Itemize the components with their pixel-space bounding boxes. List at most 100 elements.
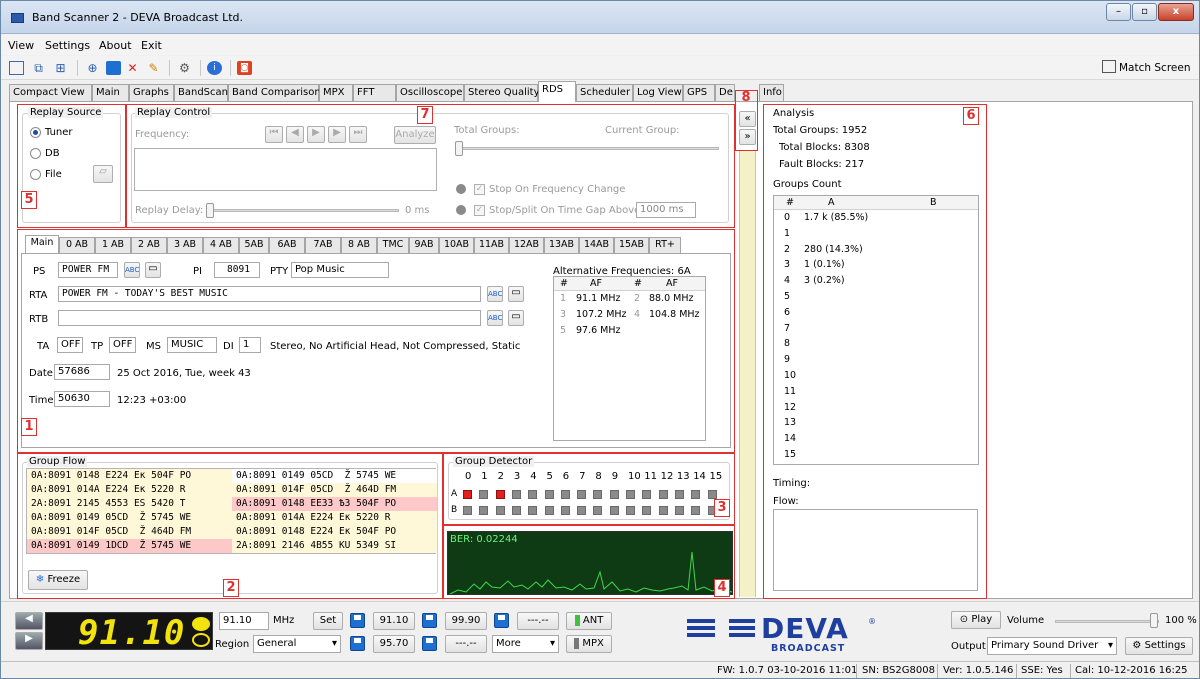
save-preset-icon[interactable] [422,613,437,628]
save-preset-icon[interactable] [422,636,437,651]
group-position-thumb[interactable] [455,141,463,156]
radio-file[interactable] [30,169,41,180]
tab-bandscan[interactable]: BandScan [174,84,228,101]
set-button[interactable]: Set [313,612,343,630]
seek-down-button[interactable]: ◀ [15,612,43,630]
tab-gps[interactable]: GPS [683,84,715,101]
collapse-right-button[interactable]: » [739,129,756,145]
preset-5-button[interactable]: ---.-- [445,635,487,653]
collapse-left-button[interactable]: « [739,111,756,127]
ant-button[interactable]: ANT [566,612,612,630]
gap-input[interactable]: 1000 ms [636,202,696,218]
next-button[interactable]: ▶ [328,126,346,143]
replay-list[interactable] [134,148,437,191]
replay-delay-thumb[interactable] [206,203,214,218]
match-screen-button[interactable]: Match Screen [1119,62,1190,74]
subtab-11ab[interactable]: 11AB [474,237,509,253]
subtab-5ab[interactable]: 5AB [239,237,269,253]
subtab-10ab[interactable]: 10AB [439,237,474,253]
menu-exit[interactable]: Exit [141,39,162,52]
subtab-tmc[interactable]: TMC [377,237,409,253]
preset-4-button[interactable]: 95.70 [373,635,415,653]
rds-text-icon[interactable]: ABC [124,262,140,278]
subtab-9ab[interactable]: 9AB [409,237,439,253]
more-select[interactable]: More ▾ [492,635,559,653]
rds-text-icon[interactable]: ABC [487,310,503,326]
subtab-8-ab[interactable]: 8 AB [341,237,377,253]
subtab-12ab[interactable]: 12AB [509,237,544,253]
keyboard-icon[interactable]: ▭ [508,286,524,302]
gear-icon[interactable]: ⚙ [177,61,192,75]
prev-button[interactable]: ◀ [286,126,304,143]
save-icon[interactable] [106,61,121,75]
tab-fft[interactable]: FFT [353,84,396,101]
last-button[interactable]: ⏭ [349,126,367,143]
freeze-button[interactable]: ❄ Freeze [28,570,88,590]
subtab-0-ab[interactable]: 0 AB [59,237,95,253]
subtab-rt-[interactable]: RT+ [649,237,681,253]
close-button[interactable]: x [1158,3,1194,21]
radio-db[interactable] [30,148,41,159]
radio-tuner[interactable] [30,127,41,138]
first-button[interactable]: ⏮ [265,126,283,143]
save-preset-icon[interactable] [350,613,365,628]
subtab-15ab[interactable]: 15AB [614,237,649,253]
subtab-4-ab[interactable]: 4 AB [203,237,239,253]
tab-de[interactable]: De [715,84,735,101]
maximize-button[interactable]: ▫ [1132,3,1157,21]
subtab-3-ab[interactable]: 3 AB [167,237,203,253]
tab-scheduler[interactable]: Scheduler [576,84,633,101]
tab-mpx[interactable]: MPX [319,84,353,101]
tab-main[interactable]: Main [92,84,129,101]
save-preset-icon[interactable] [494,613,509,628]
volume-track[interactable] [1055,620,1159,623]
tab-rds[interactable]: RDS [538,81,576,102]
stop-icon[interactable]: ◙ [237,61,252,75]
preset-2-button[interactable]: 99.90 [445,612,487,630]
stop-split-checkbox[interactable]: ✓ [474,205,485,216]
subtab-14ab[interactable]: 14AB [579,237,614,253]
subtab-6ab[interactable]: 6AB [269,237,305,253]
open-file-button[interactable]: ▱ [93,165,113,183]
windows-icon[interactable]: ⧉ [31,61,46,75]
tab-graphs[interactable]: Graphs [129,84,174,101]
edit-icon[interactable]: ✎ [146,61,161,75]
output-select[interactable]: Primary Sound Driver ▾ [987,637,1117,655]
grid-icon[interactable]: ⊞ [53,61,68,75]
delete-icon[interactable]: ✕ [125,61,140,75]
menu-view[interactable]: View [8,39,34,52]
tab-band-comparison[interactable]: Band Comparison [228,84,321,101]
screen-icon[interactable] [9,61,24,75]
layout-icon[interactable]: ⊕ [85,61,100,75]
play-replay-button[interactable]: ▶ [307,126,325,143]
tab-compact-view[interactable]: Compact View [9,84,92,101]
subtab-2-ab[interactable]: 2 AB [131,237,167,253]
tab-oscilloscope[interactable]: Oscilloscope [396,84,464,101]
tab-info[interactable]: Info [759,84,784,101]
info-icon[interactable]: i [207,61,222,75]
seek-up-button[interactable]: ▶ [15,632,43,650]
analyze-button[interactable]: Analyze [394,126,436,144]
mpx-button[interactable]: MPX [566,635,612,653]
save-preset-icon[interactable] [350,636,365,651]
subtab-13ab[interactable]: 13AB [544,237,579,253]
menu-settings[interactable]: Settings [45,39,90,52]
subtab-7ab[interactable]: 7AB [305,237,341,253]
stop-on-freq-checkbox[interactable]: ✓ [474,184,485,195]
subtab-main[interactable]: Main [25,235,59,253]
menu-about[interactable]: About [99,39,132,52]
settings-button[interactable]: ⚙ Settings [1125,637,1193,655]
tab-log-view[interactable]: Log View [633,84,683,101]
volume-thumb[interactable] [1150,613,1158,628]
subtab-1-ab[interactable]: 1 AB [95,237,131,253]
keyboard-icon[interactable]: ▭ [145,262,161,278]
preset-1-button[interactable]: 91.10 [373,612,415,630]
splitter-bar[interactable] [739,151,756,597]
keyboard-icon[interactable]: ▭ [508,310,524,326]
group-position-track[interactable] [457,147,719,150]
minimize-button[interactable]: – [1106,3,1131,21]
replay-delay-track[interactable] [209,209,399,212]
rds-text-icon[interactable]: ABC [487,286,503,302]
preset-3-button[interactable]: ---.-- [517,612,559,630]
tab-stereo-quality[interactable]: Stereo Quality [464,84,540,101]
